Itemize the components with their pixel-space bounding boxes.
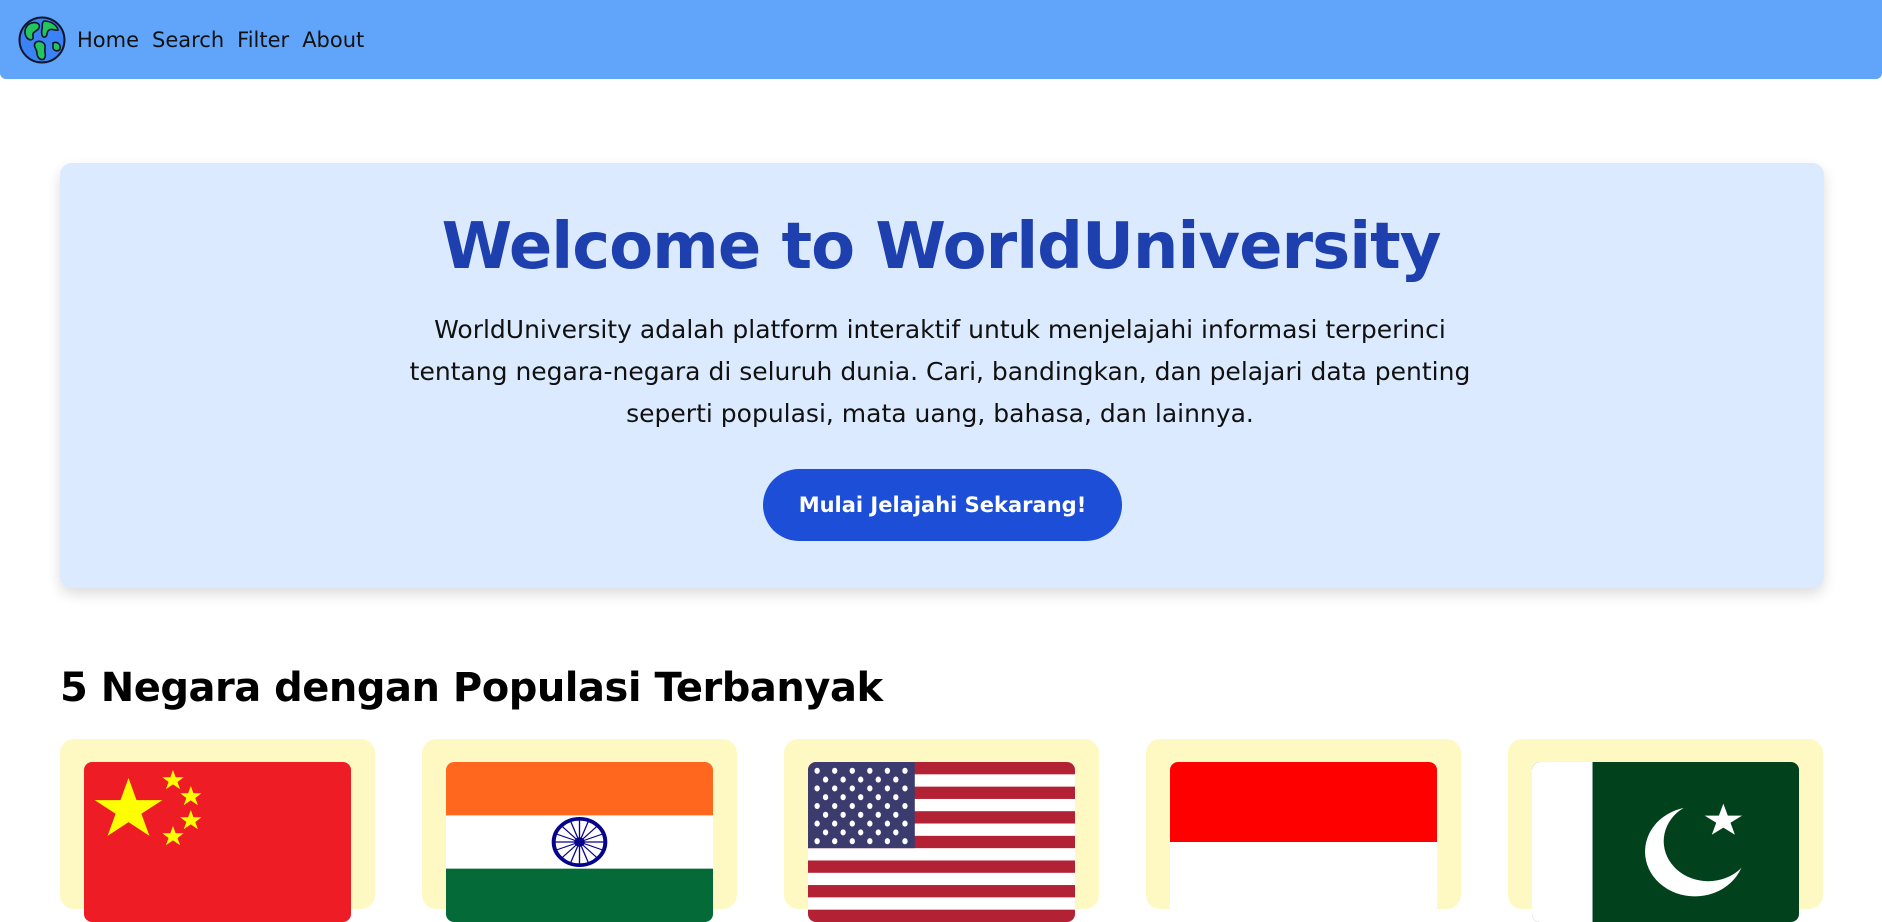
china-flag-icon xyxy=(84,762,351,922)
nav-link-filter[interactable]: Filter xyxy=(237,28,289,52)
nav-links: Home Search Filter About xyxy=(77,28,377,52)
pakistan-flag-icon xyxy=(1532,762,1799,922)
globe-icon[interactable] xyxy=(17,15,67,65)
hero-description: WorldUniversity adalah platform interakt… xyxy=(409,315,1471,428)
section-title: 5 Negara dengan Populasi Terbanyak xyxy=(60,665,883,711)
india-flag-icon xyxy=(446,762,713,922)
navbar: Home Search Filter About xyxy=(0,0,1882,79)
nav-link-about[interactable]: About xyxy=(302,28,364,52)
explore-now-button[interactable]: Mulai Jelajahi Sekarang! xyxy=(763,469,1122,541)
nav-link-home[interactable]: Home xyxy=(77,28,139,52)
country-card[interactable] xyxy=(1146,739,1461,922)
hero-title: Welcome to WorldUniversity xyxy=(441,210,1442,284)
country-card[interactable] xyxy=(1508,739,1823,922)
country-card[interactable] xyxy=(422,739,737,922)
country-card[interactable] xyxy=(784,739,1099,922)
indonesia-flag-icon xyxy=(1170,762,1437,922)
usa-flag-icon xyxy=(808,762,1075,922)
country-card[interactable] xyxy=(60,739,375,922)
nav-link-search[interactable]: Search xyxy=(152,28,224,52)
